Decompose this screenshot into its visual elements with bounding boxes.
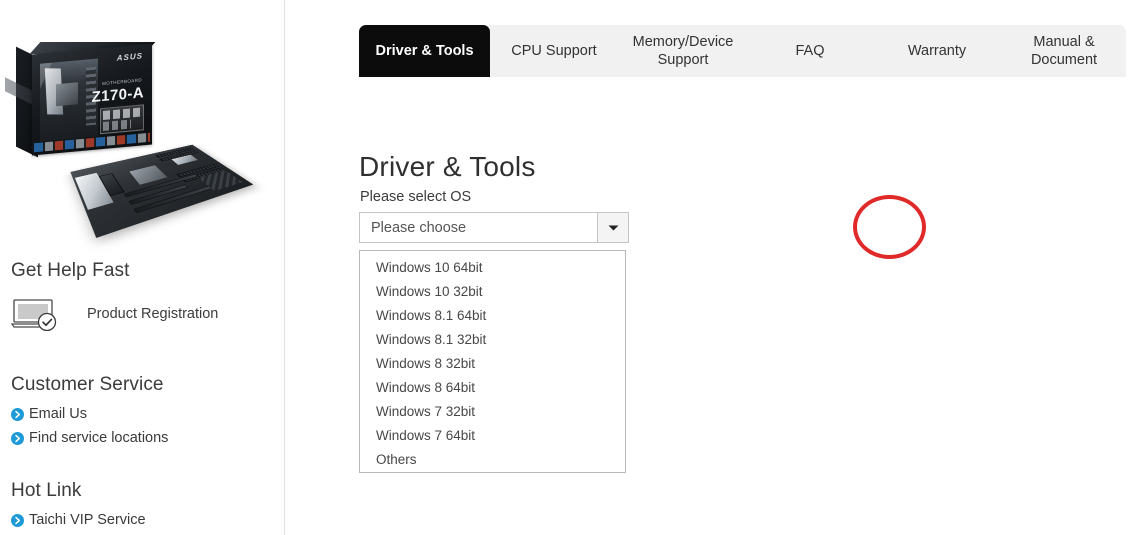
product-box-front: ASUS MOTHERBOARD Z170-A bbox=[32, 43, 152, 156]
product-photo: ASUS MOTHERBOARD Z170-A bbox=[10, 22, 260, 250]
sidebar-link-label: Email Us bbox=[29, 406, 88, 422]
os-option-windows-8-64bit[interactable]: Windows 8 64bit bbox=[360, 375, 625, 399]
tab-driver-and-tools[interactable]: Driver & Tools bbox=[359, 25, 490, 77]
caret-down-icon bbox=[608, 219, 619, 237]
sidebar-link-email-us[interactable]: Email Us bbox=[11, 406, 87, 422]
os-option-windows-10-64bit[interactable]: Windows 10 64bit bbox=[360, 255, 625, 279]
tab-cpu-support[interactable]: CPU Support bbox=[490, 25, 618, 77]
tab-warranty[interactable]: Warranty bbox=[872, 25, 1002, 77]
product-support-tabs: Driver & Tools CPU Support Memory/Device… bbox=[359, 25, 1126, 77]
motherboard-photo bbox=[70, 144, 254, 238]
product-support-page: ASUS MOTHERBOARD Z170-A Get Help Fast Pr… bbox=[0, 0, 1141, 535]
sidebar-heading-hot-link: Hot Link bbox=[11, 480, 82, 501]
laptop-check-icon bbox=[10, 297, 63, 332]
product-model-label: Z170-A bbox=[91, 84, 144, 107]
os-select-field[interactable]: Please choose bbox=[359, 212, 629, 243]
annotation-highlight-ellipse bbox=[853, 195, 926, 259]
box-feature-badges bbox=[100, 104, 144, 135]
tab-memory-device-support[interactable]: Memory/Device Support bbox=[618, 25, 748, 77]
os-select-value: Please choose bbox=[371, 219, 467, 236]
tab-manual-and-document[interactable]: Manual & Document bbox=[1002, 25, 1126, 77]
asus-logo: ASUS bbox=[116, 51, 143, 63]
os-select-options-list[interactable]: Windows 10 64bit Windows 10 32bit Window… bbox=[359, 250, 626, 473]
os-option-windows-81-32bit[interactable]: Windows 8.1 32bit bbox=[360, 327, 625, 351]
page-title: Driver & Tools bbox=[359, 150, 536, 182]
os-option-others[interactable]: Others bbox=[360, 447, 625, 471]
sidebar-heading-customer-service: Customer Service bbox=[11, 374, 164, 395]
sidebar-item-product-registration[interactable]: Product Registration bbox=[10, 294, 261, 334]
box-art-motherboard bbox=[40, 58, 98, 142]
main-content: Driver & Tools CPU Support Memory/Device… bbox=[285, 0, 1141, 535]
chevron-circle-right-icon bbox=[11, 431, 24, 445]
sidebar-link-find-service-locations[interactable]: Find service locations bbox=[11, 430, 168, 446]
chevron-circle-right-icon bbox=[11, 513, 24, 527]
os-option-windows-81-64bit[interactable]: Windows 8.1 64bit bbox=[360, 303, 625, 327]
sidebar-item-label: Product Registration bbox=[87, 306, 219, 322]
sidebar-link-label: Taichi VIP Service bbox=[29, 512, 146, 528]
os-option-windows-7-32bit[interactable]: Windows 7 32bit bbox=[360, 399, 625, 423]
sidebar-heading-get-help-fast: Get Help Fast bbox=[11, 260, 130, 281]
os-select-label: Please select OS bbox=[360, 189, 472, 205]
sidebar-link-taichi-vip-service[interactable]: Taichi VIP Service bbox=[11, 512, 146, 528]
box-art-heatsink bbox=[44, 68, 64, 115]
os-select-dropdown-arrow[interactable] bbox=[597, 213, 628, 242]
sidebar-link-label: Find service locations bbox=[29, 430, 169, 446]
os-option-windows-7-64bit[interactable]: Windows 7 64bit bbox=[360, 423, 625, 447]
chevron-circle-right-icon bbox=[11, 407, 24, 421]
sidebar: ASUS MOTHERBOARD Z170-A Get Help Fast Pr… bbox=[0, 0, 285, 535]
os-option-windows-8-32bit[interactable]: Windows 8 32bit bbox=[360, 351, 625, 375]
os-option-windows-10-32bit[interactable]: Windows 10 32bit bbox=[360, 279, 625, 303]
tab-faq[interactable]: FAQ bbox=[748, 25, 872, 77]
